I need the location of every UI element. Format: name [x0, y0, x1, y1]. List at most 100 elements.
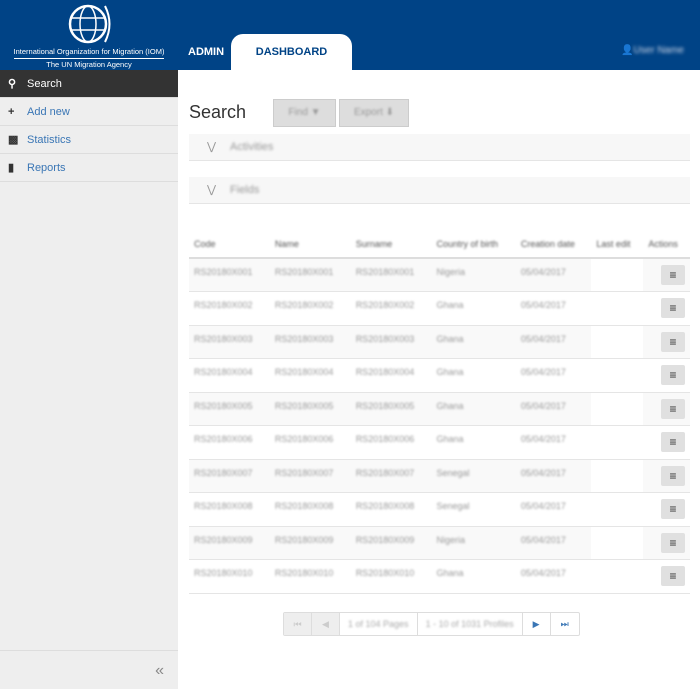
- table-cell: RS20180X005: [269, 392, 351, 426]
- table-cell: 05/04/2017: [515, 258, 592, 292]
- table-cell: Nigeria: [431, 526, 516, 560]
- table-row[interactable]: RS20180X007 RS20180X007 RS20180X007 Senegal…: [189, 459, 690, 493]
- table-cell: 05/04/2017: [515, 325, 592, 359]
- table-row[interactable]: RS20180X002 RS20180X002 RS20180X002 Ghana 05…: [189, 291, 690, 326]
- sidebar-item-add-new[interactable]: + Add new: [0, 98, 178, 126]
- table-cell: RS20180X009: [350, 526, 432, 560]
- table-cell: RS20180X008: [189, 492, 270, 527]
- table-cell: 05/04/2017: [515, 459, 592, 493]
- table-cell: RS20180X005: [350, 392, 432, 426]
- collapse-sidebar-button[interactable]: «: [0, 650, 178, 689]
- hamburger-icon: ≡: [669, 334, 677, 349]
- user-icon: 👤: [620, 45, 634, 56]
- bar-chart-icon: ▩: [8, 133, 19, 146]
- table-cell: [591, 258, 644, 292]
- sidebar-item-statistics[interactable]: ▩ Statistics: [0, 126, 178, 154]
- column-header[interactable]: Creation date: [515, 220, 592, 259]
- hamburger-icon: ≡: [669, 268, 677, 282]
- column-header[interactable]: Name: [269, 220, 351, 259]
- table-cell: RS20180X001: [269, 258, 351, 292]
- user-menu[interactable]: 👤User Name: [621, 45, 684, 56]
- table-cell: Senegal: [431, 492, 516, 527]
- column-header[interactable]: Actions: [643, 220, 690, 259]
- activities-panel[interactable]: ⋁ Activities: [189, 134, 690, 161]
- table-cell: Senegal: [431, 459, 516, 493]
- globe-logo-icon: [68, 4, 111, 44]
- row-actions-menu-button[interactable]: ≡: [661, 298, 685, 318]
- table-row[interactable]: RS20180X006 RS20180X006 RS20180X006 Ghana 05…: [189, 425, 690, 460]
- row-actions-menu-button[interactable]: ≡: [661, 532, 685, 553]
- table-cell: RS20180X006: [269, 425, 351, 460]
- hamburger-icon: ≡: [669, 368, 677, 382]
- table-row[interactable]: RS20180X005 RS20180X005 RS20180X005 Ghana 05…: [189, 392, 690, 426]
- filter-icon: ▼: [310, 107, 321, 118]
- range-info: 1 - 10 of 1031 Profiles: [418, 613, 523, 635]
- row-actions-menu-button[interactable]: ≡: [661, 566, 685, 586]
- table-cell: RS20180X004: [350, 358, 432, 393]
- row-actions-menu-button[interactable]: ≡: [661, 499, 685, 519]
- row-actions-menu-button[interactable]: ≡: [661, 432, 685, 452]
- table-row[interactable]: RS20180X010 RS20180X010 RS20180X010 Ghana 05…: [189, 559, 690, 594]
- hamburger-icon: ≡: [669, 468, 677, 483]
- chevron-double-down-icon: ⋁: [207, 141, 217, 153]
- row-actions-menu-button[interactable]: ≡: [661, 398, 685, 419]
- row-actions-menu-button[interactable]: ≡: [661, 331, 685, 352]
- column-header[interactable]: Code: [189, 220, 270, 259]
- tab-dashboard[interactable]: DASHBOARD: [231, 34, 352, 70]
- next-page-button[interactable]: ▶: [523, 613, 551, 635]
- table-row[interactable]: RS20180X001 RS20180X001 RS20180X001 Nigeria…: [189, 258, 690, 292]
- table-cell: RS20180X003: [269, 325, 351, 359]
- row-actions-menu-button[interactable]: ≡: [661, 365, 685, 385]
- table-cell: RS20180X009: [189, 526, 270, 560]
- table-row[interactable]: RS20180X008 RS20180X008 RS20180X008 Senegal…: [189, 492, 690, 527]
- column-header[interactable]: Last edit: [591, 220, 644, 259]
- table-row[interactable]: RS20180X004 RS20180X004 RS20180X004 Ghana 05…: [189, 358, 690, 393]
- hamburger-icon: ≡: [669, 301, 677, 315]
- sidebar-item-reports[interactable]: ▮ Reports: [0, 154, 178, 182]
- plus-icon: +: [8, 105, 15, 118]
- table-cell: 05/04/2017: [515, 559, 592, 594]
- table-cell: RS20180X002: [189, 291, 270, 326]
- export-button[interactable]: Export ⬇: [339, 99, 409, 127]
- table-cell: RS20180X002: [350, 291, 432, 326]
- column-header[interactable]: Country of birth: [431, 220, 516, 259]
- table-cell: RS20180X005: [189, 392, 270, 426]
- table-cell: 05/04/2017: [515, 526, 592, 560]
- table-row[interactable]: RS20180X003 RS20180X003 RS20180X003 Ghana 05…: [189, 325, 690, 359]
- table-cell: 05/04/2017: [515, 291, 592, 326]
- table-cell: Ghana: [431, 325, 516, 359]
- hamburger-icon: ≡: [669, 535, 677, 550]
- hamburger-icon: ≡: [669, 502, 677, 516]
- table-cell: [591, 392, 644, 426]
- table-cell: RS20180X007: [350, 459, 432, 493]
- table-cell: RS20180X006: [350, 425, 432, 460]
- first-page-button[interactable]: ⏮: [284, 613, 312, 635]
- file-icon: ▮: [8, 161, 15, 174]
- prev-page-button[interactable]: ◀: [312, 613, 340, 635]
- row-actions-menu-button[interactable]: ≡: [661, 465, 685, 486]
- last-page-button[interactable]: ⏭: [551, 613, 579, 635]
- table-row[interactable]: RS20180X009 RS20180X009 RS20180X009 Nigeria…: [189, 526, 690, 560]
- table-cell: [591, 291, 644, 326]
- tab-admin[interactable]: ADMIN: [188, 34, 224, 70]
- table-cell: Ghana: [431, 559, 516, 594]
- table-cell: 05/04/2017: [515, 392, 592, 426]
- table-cell: RS20180X010: [269, 559, 351, 594]
- table-cell: Ghana: [431, 358, 516, 393]
- sidebar-item-search[interactable]: ⚲ Search: [0, 70, 178, 98]
- fields-panel[interactable]: ⋁ Fields: [189, 177, 690, 204]
- find-button[interactable]: Find ▼: [273, 99, 336, 127]
- table-cell: RS20180X003: [350, 325, 432, 359]
- row-actions-menu-button[interactable]: ≡: [661, 265, 685, 285]
- table-cell: Nigeria: [431, 258, 516, 292]
- table-cell: [591, 559, 644, 594]
- table-cell: Ghana: [431, 392, 516, 426]
- table-cell: [591, 425, 644, 460]
- table-cell: [591, 459, 644, 493]
- page-title: Search: [189, 102, 247, 122]
- table-cell: [591, 526, 644, 560]
- table-cell: RS20180X010: [350, 559, 432, 594]
- column-header[interactable]: Surname: [350, 220, 432, 259]
- results-table: Code Name Surname Country of birth Creation …: [189, 220, 690, 594]
- search-icon: ⚲: [8, 77, 17, 90]
